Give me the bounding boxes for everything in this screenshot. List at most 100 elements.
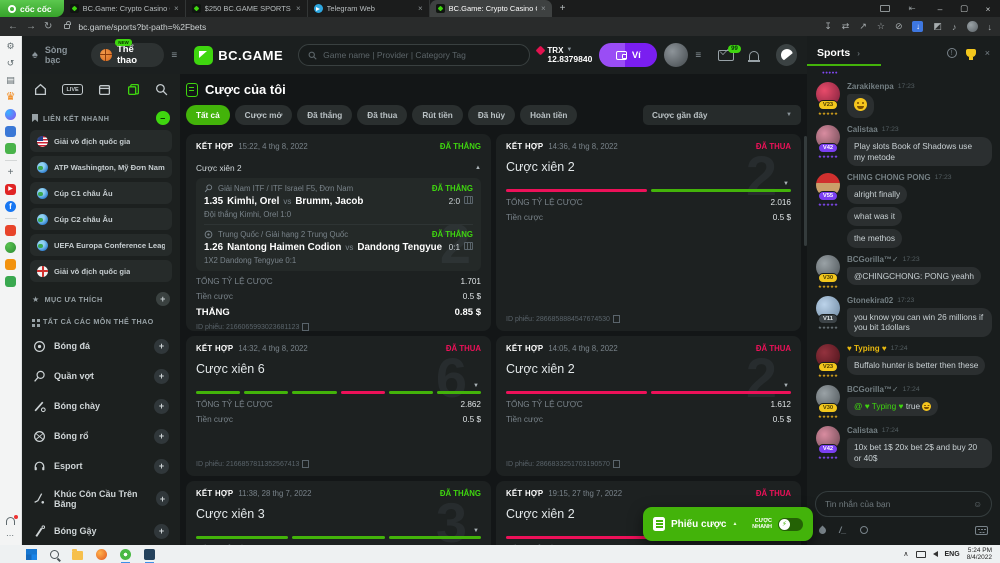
zalo-icon[interactable] bbox=[5, 126, 16, 137]
expand-plus-icon[interactable] bbox=[154, 459, 169, 474]
bookmark-star-icon[interactable]: ☆ bbox=[877, 21, 885, 32]
tab-close-icon[interactable]: × bbox=[174, 4, 179, 13]
my-bets-icon[interactable] bbox=[127, 83, 140, 96]
tab-close-icon[interactable]: × bbox=[541, 4, 546, 13]
more-icon[interactable]: ⋯ bbox=[6, 531, 15, 540]
tab-telegram[interactable]: Telegram Web× bbox=[308, 0, 430, 17]
bet-card[interactable]: KẾT HỢP 14:05, 4 thg 8, 2022 ĐÃ THUA Cượ… bbox=[496, 336, 801, 476]
tab-close-icon[interactable]: × bbox=[296, 4, 301, 13]
cart-app-icon[interactable] bbox=[5, 259, 16, 270]
home-icon[interactable] bbox=[34, 83, 47, 96]
expand-plus-icon[interactable] bbox=[154, 524, 169, 539]
coin-icon[interactable] bbox=[860, 526, 868, 534]
expand-plus-icon[interactable] bbox=[156, 491, 169, 506]
user-menu-icon[interactable] bbox=[695, 50, 701, 61]
trophy-icon[interactable] bbox=[966, 49, 976, 57]
chat-rules-icon[interactable] bbox=[947, 48, 957, 58]
youtube-icon[interactable] bbox=[5, 184, 16, 195]
emoji-picker-icon[interactable] bbox=[973, 499, 982, 509]
games-icon[interactable] bbox=[5, 143, 16, 154]
language-indicator[interactable]: ENG bbox=[945, 551, 960, 558]
crown-icon[interactable] bbox=[5, 92, 16, 103]
settings-icon[interactable] bbox=[5, 41, 16, 52]
game-search-input[interactable]: Game name | Provider | Category Tag bbox=[298, 44, 530, 66]
sidebar-item-ice-hockey[interactable]: Khúc Côn Cầu Trên Băng bbox=[30, 481, 172, 516]
quick-link[interactable]: Giải vô địch quốc gia bbox=[30, 260, 172, 282]
wallet-button[interactable]: Ví bbox=[599, 43, 657, 67]
download-box-icon[interactable]: ↓ bbox=[912, 21, 923, 32]
start-button[interactable] bbox=[26, 549, 37, 560]
adblock-icon[interactable]: ⊘ bbox=[895, 21, 903, 32]
stats-icon[interactable] bbox=[464, 242, 473, 250]
sidebar-item-cricket[interactable]: Bóng Gậy bbox=[30, 516, 172, 545]
keyboard-icon[interactable] bbox=[975, 526, 988, 535]
copy-icon[interactable] bbox=[304, 462, 309, 468]
expand-plus-icon[interactable] bbox=[154, 429, 169, 444]
share-icon[interactable]: ↗ bbox=[859, 21, 867, 32]
tab-bcgame-1[interactable]: BC.Game: Crypto Casino Gam× bbox=[64, 0, 186, 17]
tab-capture-icon[interactable] bbox=[880, 5, 890, 12]
live-icon[interactable]: LIVE bbox=[62, 84, 82, 95]
reload-icon[interactable]: ↻ bbox=[44, 21, 52, 32]
store-app-icon[interactable] bbox=[5, 276, 16, 287]
history-icon[interactable] bbox=[5, 58, 16, 69]
coccoc-logo[interactable]: cốc cốc bbox=[0, 0, 64, 17]
hamburger-icon[interactable] bbox=[171, 50, 177, 61]
taskbar-search-icon[interactable] bbox=[50, 550, 59, 559]
reading-list-icon[interactable] bbox=[5, 75, 16, 86]
volume-icon[interactable] bbox=[933, 551, 938, 557]
clock[interactable]: 5:24 PM 8/4/2022 bbox=[967, 547, 992, 562]
notification-bell-icon[interactable] bbox=[6, 517, 15, 525]
filter-won[interactable]: Đã thắng bbox=[297, 105, 352, 125]
quick-link[interactable]: Cúp C1 châu Âu bbox=[30, 182, 172, 204]
tab-close-icon[interactable]: × bbox=[418, 4, 423, 13]
casino-tab[interactable]: Sòng bạc bbox=[45, 45, 84, 65]
expand-icon[interactable] bbox=[783, 181, 789, 187]
messenger-icon[interactable] bbox=[5, 109, 16, 120]
filter-open[interactable]: Cược mở bbox=[235, 105, 293, 125]
commands-icon[interactable] bbox=[839, 525, 847, 535]
inbox-icon[interactable]: 99 bbox=[718, 50, 734, 61]
url-field[interactable]: bc.game/sports?bt-path=%2Fbets bbox=[78, 22, 206, 32]
firefox-icon[interactable] bbox=[96, 549, 107, 560]
filter-lost[interactable]: Đã thua bbox=[357, 105, 407, 125]
filter-refund[interactable]: Hoàn tiền bbox=[520, 105, 577, 125]
sidebar-item-baseball[interactable]: Bóng chày bbox=[30, 391, 172, 421]
chat-room-tab[interactable]: Sports bbox=[817, 47, 850, 59]
window-close-button[interactable]: × bbox=[976, 4, 1000, 14]
chevron-right-icon[interactable] bbox=[857, 49, 860, 58]
stats-icon[interactable] bbox=[464, 196, 473, 204]
expand-plus-icon[interactable] bbox=[154, 399, 169, 414]
sidebar-item-esport[interactable]: Esport bbox=[30, 451, 172, 481]
quick-bet-toggle[interactable] bbox=[778, 518, 803, 531]
close-chat-icon[interactable] bbox=[985, 48, 990, 58]
tray-expand-icon[interactable]: ∧ bbox=[903, 550, 908, 558]
copy-icon[interactable] bbox=[615, 317, 620, 323]
media-icon[interactable]: ♪ bbox=[952, 22, 957, 32]
window-maximize-button[interactable]: ▢ bbox=[952, 3, 976, 14]
quick-link[interactable]: ATP Washington, Mỹ Đơn Nam bbox=[30, 156, 172, 178]
expand-icon[interactable] bbox=[783, 383, 789, 389]
filter-cashout[interactable]: Rút tiền bbox=[412, 105, 462, 125]
browser-profile-icon[interactable] bbox=[967, 21, 978, 32]
coccoc-taskbar-icon[interactable] bbox=[120, 549, 131, 560]
bet-card[interactable]: KẾT HỢP 15:22, 4 thg 8, 2022 ĐÃ THẮNG Cư… bbox=[186, 134, 491, 331]
sidebar-item-tennis[interactable]: Quần vợt bbox=[30, 361, 172, 391]
ssl-lock-icon[interactable] bbox=[64, 24, 70, 29]
copy-icon[interactable] bbox=[615, 462, 620, 468]
search-sports-icon[interactable] bbox=[155, 83, 168, 96]
add-shortcut-icon[interactable]: + bbox=[5, 167, 16, 178]
sidebar-item-basketball[interactable]: Bóng rổ bbox=[30, 421, 172, 451]
sort-dropdown[interactable]: Cược gần đây bbox=[643, 105, 801, 125]
new-tab-button[interactable]: + bbox=[552, 0, 574, 17]
calendar-icon[interactable] bbox=[98, 83, 111, 96]
quick-link[interactable]: Cúp C2 châu Âu bbox=[30, 208, 172, 230]
copy-icon[interactable] bbox=[304, 325, 309, 331]
pingpong-app-icon[interactable] bbox=[5, 242, 16, 253]
quick-link[interactable]: Giải vô địch quốc gia bbox=[30, 130, 172, 152]
collapse-button[interactable] bbox=[156, 111, 170, 125]
collapse-icon[interactable] bbox=[475, 165, 481, 171]
user-avatar[interactable] bbox=[664, 43, 688, 67]
filter-all[interactable]: Tất cả bbox=[186, 105, 230, 125]
network-icon[interactable] bbox=[916, 551, 926, 558]
